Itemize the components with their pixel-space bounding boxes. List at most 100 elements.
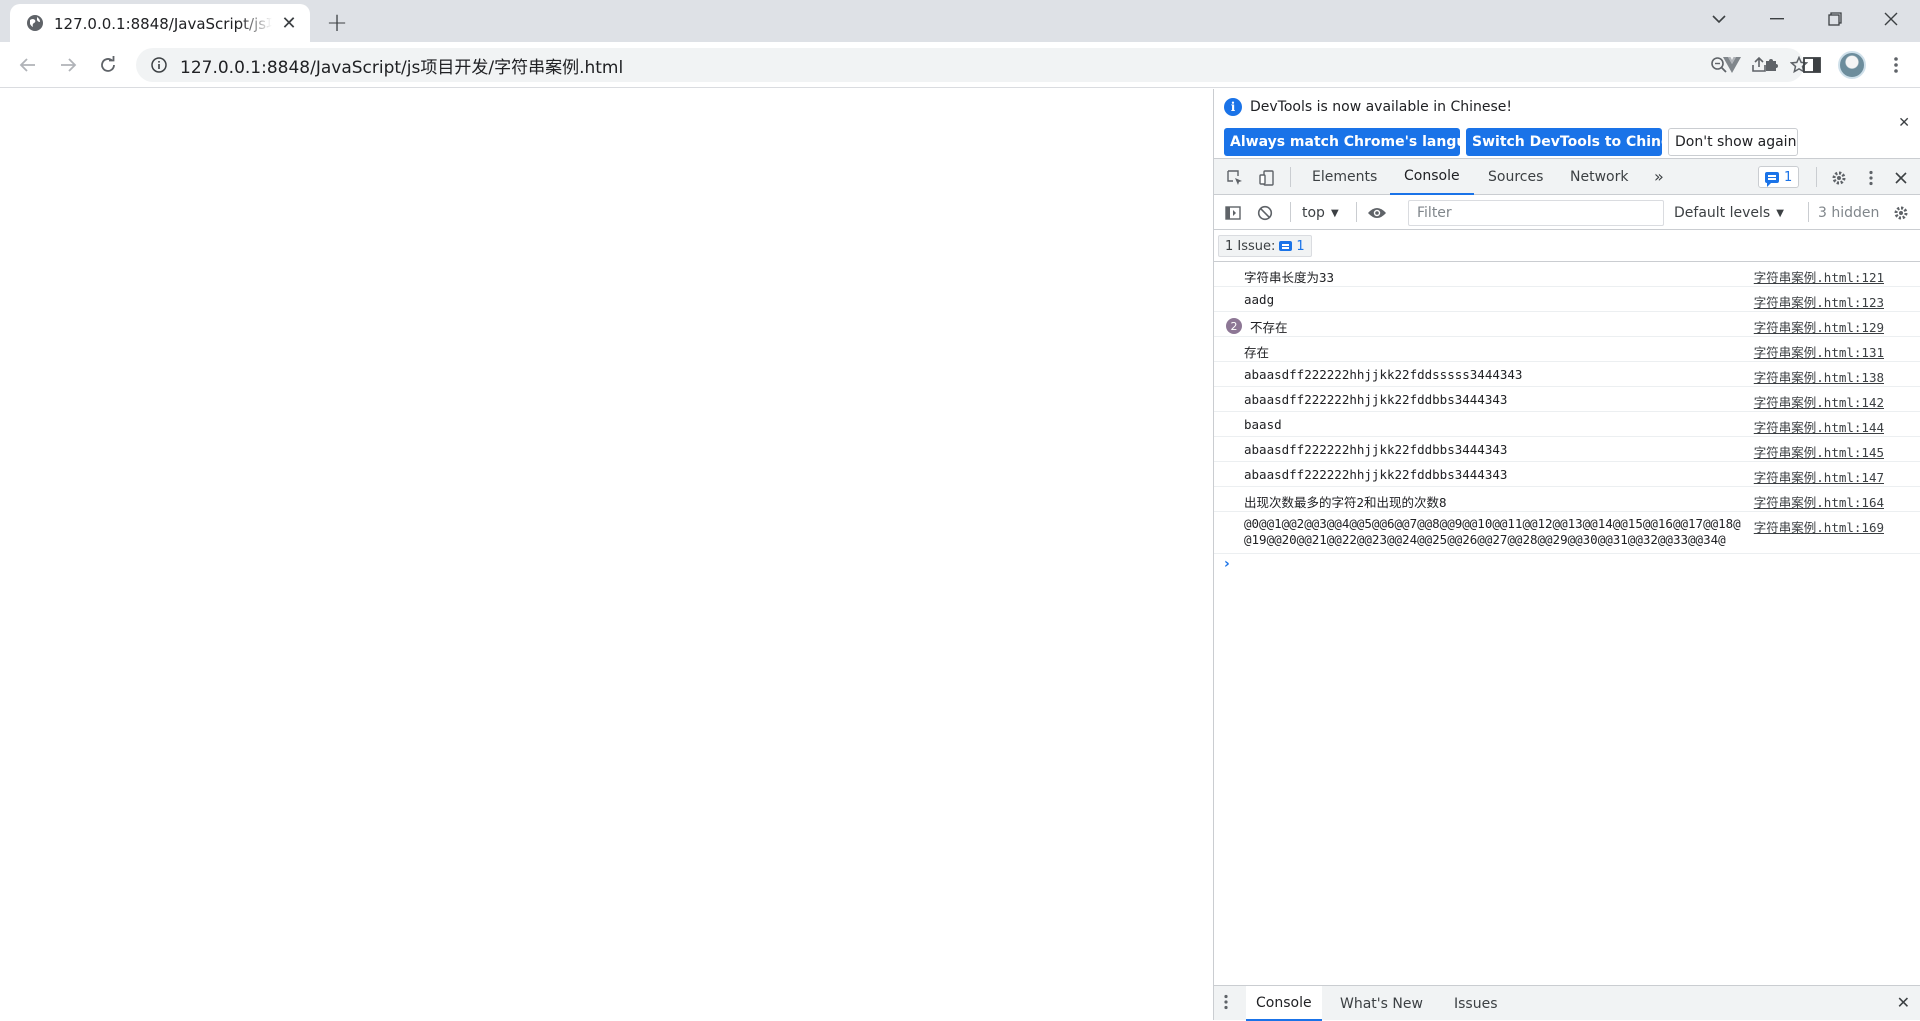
source-link[interactable]: 字符串案例.html:145: [1754, 442, 1884, 461]
devtools-drawer-bar: Console What's New Issues ✕: [1214, 985, 1920, 1021]
issues-count-value: 1: [1296, 238, 1305, 254]
devtools-tab-bar: Elements Console Sources Network » 1: [1214, 159, 1920, 195]
new-tab-button[interactable]: +: [322, 8, 352, 38]
reload-icon: [101, 56, 115, 72]
info-icon: i: [1224, 98, 1242, 116]
customize-menu-icon[interactable]: [1860, 167, 1882, 189]
settings-gear-icon[interactable]: [1828, 167, 1850, 189]
execution-context-select[interactable]: top ▼: [1302, 201, 1339, 225]
close-tab-icon[interactable]: ✕: [278, 12, 300, 34]
toolbar-divider: [1816, 167, 1817, 187]
source-link[interactable]: 字符串案例.html:131: [1754, 342, 1884, 361]
tab-title: 127.0.0.1:8848/JavaScript/js项目开发/字符串案例.h…: [54, 14, 272, 33]
minimize-icon[interactable]: [1748, 0, 1806, 38]
message-text: 存在: [1244, 345, 1270, 360]
source-link[interactable]: 字符串案例.html:138: [1754, 367, 1884, 386]
tab-console[interactable]: Console: [1390, 159, 1474, 195]
live-expression-eye-icon[interactable]: [1366, 202, 1388, 224]
arrow-left-icon: [19, 58, 35, 72]
issues-label: 1 Issue:: [1225, 238, 1276, 254]
chrome-menu-icon[interactable]: [1880, 49, 1912, 81]
message-text: abaasdff222222hhjjkk22fddsssss3444343: [1244, 367, 1523, 382]
source-link[interactable]: 字符串案例.html:121: [1754, 267, 1884, 286]
toolbar-divider: [1290, 167, 1291, 187]
more-tabs-icon[interactable]: »: [1646, 159, 1672, 194]
tab-elements[interactable]: Elements: [1298, 159, 1391, 194]
chat-bubble-icon: [1279, 241, 1293, 251]
reload-button[interactable]: [92, 49, 124, 81]
site-info-icon[interactable]: [150, 56, 168, 74]
issues-link-button[interactable]: 1 Issue: 1: [1218, 235, 1312, 257]
device-toolbar-icon[interactable]: [1256, 167, 1278, 189]
console-toolbar: top ▼ Default levels ▼ 3 hidden: [1214, 195, 1920, 230]
console-prompt[interactable]: ›: [1214, 554, 1920, 578]
drawer-tab-whats-new[interactable]: What's New: [1330, 986, 1433, 1021]
drawer-menu-icon[interactable]: [1224, 994, 1228, 1014]
log-levels-select[interactable]: Default levels ▼: [1674, 201, 1784, 225]
inspect-element-icon[interactable]: [1224, 167, 1246, 189]
caret-down-icon: ▼: [1330, 207, 1339, 219]
forward-button[interactable]: [52, 49, 84, 81]
browser-tab-strip: 127.0.0.1:8848/JavaScript/js项目开发/字符串案例.h…: [0, 0, 1920, 42]
console-message: baasd 字符串案例.html:144: [1214, 412, 1920, 437]
console-messages: 字符串长度为33 字符串案例.html:121 aadg 字符串案例.html:…: [1214, 262, 1920, 578]
message-text: abaasdff222222hhjjkk22fddbbs3444343: [1244, 392, 1508, 407]
issues-counter-value: 1: [1784, 169, 1793, 185]
browser-toolbar: 127.0.0.1:8848/JavaScript/js项目开发/字符串案例.h…: [0, 42, 1920, 88]
switch-to-chinese-button[interactable]: Switch DevTools to Chinese: [1466, 128, 1688, 156]
show-sidebar-icon[interactable]: [1222, 202, 1244, 224]
page-viewport: [0, 89, 1213, 1020]
drawer-tab-console[interactable]: Console: [1246, 986, 1322, 1021]
close-window-icon[interactable]: [1862, 0, 1920, 38]
address-bar[interactable]: 127.0.0.1:8848/JavaScript/js项目开发/字符串案例.h…: [136, 48, 1808, 82]
side-panel-icon[interactable]: [1796, 49, 1828, 81]
source-link[interactable]: 字符串案例.html:147: [1754, 467, 1884, 486]
source-link[interactable]: 字符串案例.html:144: [1754, 417, 1884, 436]
source-link[interactable]: 字符串案例.html:164: [1754, 492, 1884, 511]
toolbar-divider: [1356, 202, 1357, 222]
console-message: abaasdff222222hhjjkk22fddbbs3444343 字符串案…: [1214, 437, 1920, 462]
tab-sources[interactable]: Sources: [1474, 159, 1557, 194]
source-link[interactable]: 字符串案例.html:123: [1754, 292, 1884, 311]
console-message: abaasdff222222hhjjkk22fddsssss3444343 字符…: [1214, 362, 1920, 387]
tab-search-icon[interactable]: [1690, 0, 1748, 38]
caret-down-icon: ▼: [1776, 207, 1784, 219]
issues-count: 1: [1279, 238, 1305, 254]
url-text: 127.0.0.1:8848/JavaScript/js项目开发/字符串案例.h…: [180, 57, 624, 78]
restore-icon[interactable]: [1806, 0, 1864, 38]
close-drawer-icon[interactable]: ✕: [1897, 993, 1910, 1012]
drawer-tab-issues[interactable]: Issues: [1444, 986, 1508, 1021]
vue-devtools-extension-icon[interactable]: [1716, 49, 1748, 81]
message-text: aadg: [1244, 292, 1275, 307]
browser-tab[interactable]: 127.0.0.1:8848/JavaScript/js项目开发/字符串案例.h…: [10, 4, 310, 42]
console-message: @0@@1@@2@@3@@4@@5@@6@@7@@8@@9@@10@@11@@1…: [1214, 512, 1920, 554]
chat-bubble-icon: [1765, 171, 1779, 187]
console-filter-input[interactable]: [1408, 200, 1664, 226]
repeat-count-badge: 2: [1226, 318, 1242, 334]
infobar-message: i DevTools is now available in Chinese!: [1224, 98, 1512, 116]
back-button[interactable]: [12, 49, 44, 81]
close-devtools-icon[interactable]: [1890, 167, 1912, 189]
console-message: abaasdff222222hhjjkk22fddbbs3444343 字符串案…: [1214, 387, 1920, 412]
close-infobar-icon[interactable]: ✕: [1898, 115, 1910, 131]
console-message: abaasdff222222hhjjkk22fddbbs3444343 字符串案…: [1214, 462, 1920, 487]
infobar-text: DevTools is now available in Chinese!: [1250, 99, 1512, 115]
issues-counter-badge[interactable]: 1: [1758, 166, 1800, 188]
source-link[interactable]: 字符串案例.html:169: [1754, 517, 1884, 536]
source-link[interactable]: 字符串案例.html:129: [1754, 317, 1884, 336]
console-settings-gear-icon[interactable]: [1890, 202, 1912, 224]
arrow-right-icon: [61, 58, 77, 72]
context-value: top: [1302, 205, 1325, 221]
profile-avatar[interactable]: [1838, 51, 1866, 79]
dont-show-again-button[interactable]: Don't show again: [1668, 128, 1798, 156]
message-text: 不存在: [1250, 320, 1288, 335]
toolbar-divider: [1290, 202, 1291, 222]
tab-network[interactable]: Network: [1556, 159, 1642, 194]
extensions-puzzle-icon[interactable]: [1756, 49, 1788, 81]
levels-value: Default levels: [1674, 205, 1771, 221]
match-language-button[interactable]: Always match Chrome's language: [1224, 128, 1495, 156]
source-link[interactable]: 字符串案例.html:142: [1754, 392, 1884, 411]
clear-console-icon[interactable]: [1254, 202, 1276, 224]
console-message: 存在 字符串案例.html:131: [1214, 337, 1920, 362]
message-text: @0@@1@@2@@3@@4@@5@@6@@7@@8@@9@@10@@11@@1…: [1244, 516, 1741, 547]
